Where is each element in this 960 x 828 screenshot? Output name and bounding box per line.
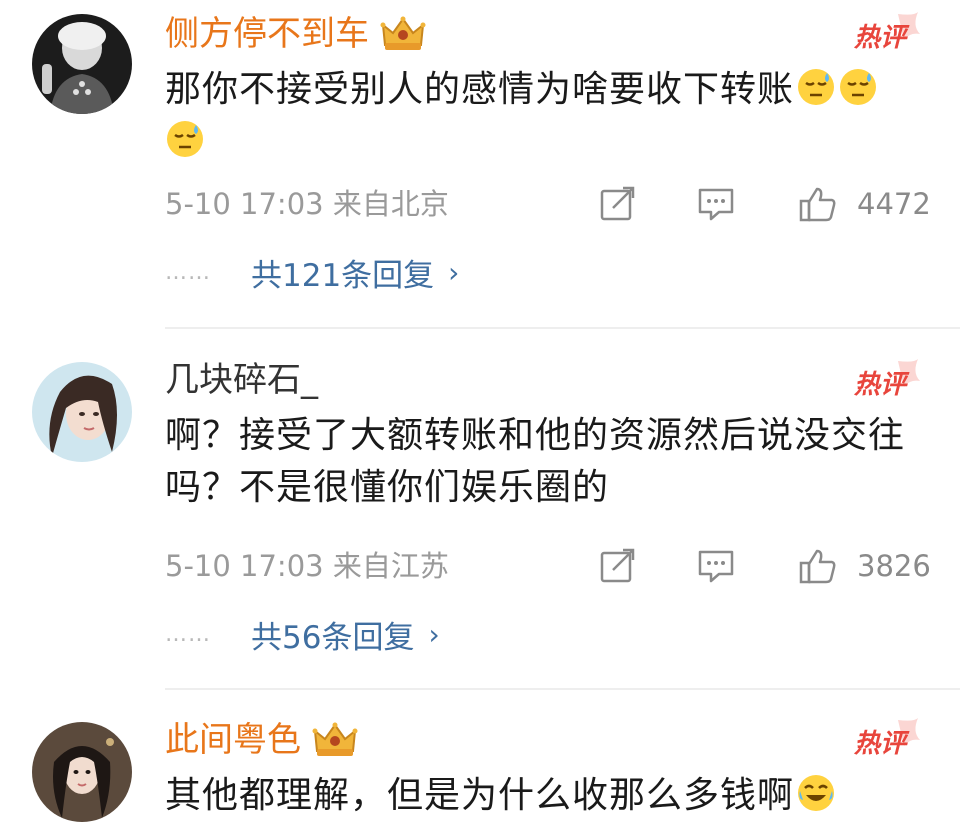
like-count: 3826 xyxy=(857,549,931,583)
like-count: 4472 xyxy=(857,187,931,221)
hot-comment-badge: 热评 xyxy=(852,357,922,403)
crown-badge-icon xyxy=(312,722,358,756)
sweat-face-emoji xyxy=(167,121,203,157)
timestamp: 5-10 17:03 来自北京 xyxy=(165,187,449,221)
hot-comment-badge: 热评 xyxy=(852,716,922,762)
avatar[interactable] xyxy=(32,362,132,462)
username[interactable]: 此间粤色 xyxy=(165,718,301,762)
avatar[interactable] xyxy=(32,722,132,822)
username[interactable]: 几块碎石_ xyxy=(165,358,318,402)
reply-count: 共56条回复 xyxy=(251,619,415,656)
divider xyxy=(165,688,960,690)
reply-count: 共121条回复 xyxy=(251,257,435,294)
reply-dots: …… xyxy=(165,621,211,647)
comment-text: 其他都理解，但是为什么收那么多钱啊 xyxy=(165,770,935,822)
hot-label: 热评 xyxy=(853,729,910,759)
comment-text: 那你不接受别人的感情为啥要收下转账 xyxy=(165,64,935,168)
comment-meta: 5-10 17:03 来自江苏 3826 xyxy=(165,544,935,588)
divider xyxy=(165,327,960,329)
comment-text: 啊？接受了大额转账和他的资源然后说没交往吗？不是很懂你们娱乐圈的 xyxy=(165,415,906,508)
timestamp: 5-10 17:03 来自江苏 xyxy=(165,549,449,583)
like-icon[interactable] xyxy=(799,186,837,222)
like-icon[interactable] xyxy=(799,548,837,584)
avatar[interactable] xyxy=(32,14,132,114)
chevron-right-icon: › xyxy=(428,617,440,651)
repost-icon[interactable] xyxy=(599,186,637,222)
comment-icon[interactable] xyxy=(697,548,735,584)
hot-label: 热评 xyxy=(853,23,910,53)
repost-icon[interactable] xyxy=(599,548,637,584)
comment-meta: 5-10 17:03 来自北京 4472 xyxy=(165,182,935,226)
hot-label: 热评 xyxy=(853,370,910,400)
reply-dots: …… xyxy=(165,259,211,285)
sweat-face-emoji xyxy=(798,69,835,105)
username[interactable]: 侧方停不到车 xyxy=(165,12,369,56)
view-replies-link[interactable]: …… 共121条回复 › xyxy=(165,250,459,294)
view-replies-link[interactable]: …… 共56条回复 › xyxy=(165,612,440,656)
chevron-right-icon: › xyxy=(448,255,460,289)
laugh-cry-emoji xyxy=(798,775,835,811)
crown-badge-icon xyxy=(380,16,426,50)
sweat-face-emoji xyxy=(840,69,877,105)
hot-comment-badge: 热评 xyxy=(852,10,922,56)
comment-icon[interactable] xyxy=(697,186,735,222)
